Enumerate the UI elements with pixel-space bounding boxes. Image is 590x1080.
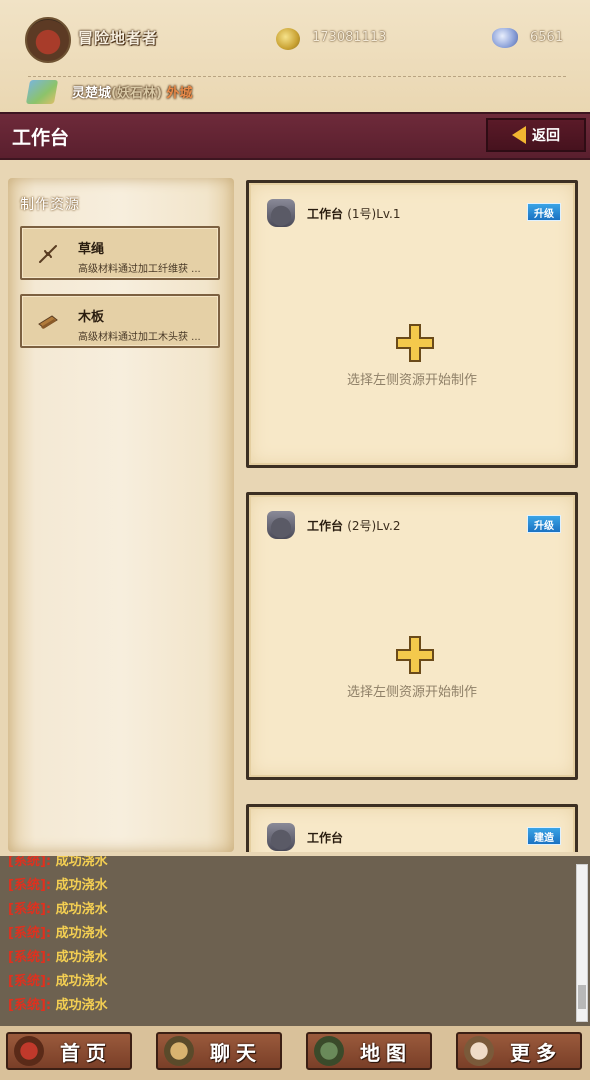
page-title: 工作台: [12, 127, 70, 149]
log-text: 成功浇水: [55, 974, 108, 989]
log-tag: [系统]:: [8, 902, 52, 917]
workbench-name: 工作台: [307, 519, 344, 533]
log-text: 成功浇水: [55, 878, 108, 893]
map-avatar-icon: [314, 1036, 344, 1066]
top-status-bar: 冒险地者者 173081113 6561 灵楚城(妖石林) 外城: [0, 0, 590, 112]
log-line: [系统]: 成功浇水: [8, 856, 108, 874]
home-avatar-icon: [14, 1036, 44, 1066]
upgrade-button[interactable]: 升级: [527, 203, 561, 221]
build-button[interactable]: 建造: [527, 827, 561, 845]
workbench-icon: [267, 823, 295, 851]
resource-name: 木板: [78, 310, 105, 325]
log-tag: [系统]:: [8, 950, 52, 965]
craft-hint: 选择左侧资源开始制作: [346, 685, 477, 700]
log-text: 成功浇水: [55, 902, 108, 917]
log-text: 成功浇水: [55, 856, 108, 869]
title-bar: 工作台 返回: [0, 112, 590, 160]
resource-item-rope[interactable]: 草绳 高级材料通过加工纤维获 ...: [20, 226, 220, 280]
workbench-card-1: 工作台 (1号)Lv.1 升级 选择左侧资源开始制作: [246, 180, 578, 468]
log-text: 成功浇水: [55, 926, 108, 941]
plank-icon: [38, 315, 58, 329]
player-name: 冒险地者者: [78, 29, 159, 47]
workbench-card-2: 工作台 (2号)Lv.2 升级 选择左侧资源开始制作: [246, 492, 578, 780]
log-line: [系统]: 成功浇水: [8, 922, 108, 946]
workbench-card-3: 工作台 建造: [246, 804, 578, 852]
add-craft-icon[interactable]: [395, 635, 435, 675]
nav-label: 首页: [60, 1040, 112, 1065]
location-name: 灵楚城: [72, 86, 112, 101]
log-tag: [系统]:: [8, 856, 52, 869]
log-tag: [系统]:: [8, 926, 52, 941]
resource-name: 草绳: [78, 242, 105, 257]
log-line: [系统]: 成功浇水: [8, 874, 108, 898]
player-avatar[interactable]: [25, 17, 71, 63]
log-scrollbar[interactable]: [576, 864, 588, 1022]
nav-map-button[interactable]: 地图: [306, 1032, 432, 1070]
silver-ingot-icon: [492, 28, 518, 48]
log-text: 成功浇水: [55, 950, 108, 965]
gold-amount: 173081113: [312, 30, 387, 45]
workbench-name: 工作台: [307, 831, 344, 845]
nav-label: 更多: [510, 1040, 562, 1065]
rope-icon: [39, 245, 57, 263]
gold-coin-icon: [276, 28, 300, 50]
world-map-icon[interactable]: [25, 80, 59, 104]
workbench-level: Lv.2: [376, 519, 401, 533]
log-line: [系统]: 成功浇水: [8, 946, 108, 970]
location-sub: (妖石林): [111, 86, 162, 101]
resource-desc: 高级材料通过加工纤维获 ...: [78, 264, 201, 275]
scrollbar-thumb[interactable]: [578, 985, 586, 1009]
log-line: [系统]: 成功浇水: [8, 994, 108, 1018]
location-area: 外城: [166, 86, 193, 101]
nav-chat-button[interactable]: 聊天: [156, 1032, 282, 1070]
workbench-icon: [267, 511, 295, 539]
log-tag: [系统]:: [8, 878, 52, 893]
workbench-number: (2号): [347, 519, 377, 533]
silver-amount: 6561: [530, 30, 564, 45]
bottom-navigation: 首页 聊天 地图 更多: [0, 1026, 590, 1080]
craft-hint: 选择左侧资源开始制作: [346, 373, 477, 388]
upgrade-button[interactable]: 升级: [527, 515, 561, 533]
current-location[interactable]: 灵楚城(妖石林) 外城: [72, 82, 192, 101]
nav-label: 聊天: [210, 1040, 262, 1065]
back-label: 返回: [532, 128, 560, 144]
message-log[interactable]: [系统]: 成功浇水 [系统]: 成功浇水 [系统]: 成功浇水 [系统]: 成功浇水…: [0, 856, 590, 1026]
nav-more-button[interactable]: 更多: [456, 1032, 582, 1070]
workbench-name: 工作台: [307, 207, 344, 221]
workbench-title: 工作台 (1号)Lv.1: [307, 205, 401, 222]
resource-panel: 制作资源 草绳 高级材料通过加工纤维获 ... 木板 高级材料通过加工木头获 .…: [8, 178, 234, 852]
nav-label: 地图: [360, 1040, 412, 1065]
resource-panel-title: 制作资源: [20, 197, 80, 213]
add-craft-icon[interactable]: [395, 323, 435, 363]
log-text: 成功浇水: [55, 998, 108, 1013]
workbench-title: 工作台 (2号)Lv.2: [307, 517, 401, 534]
workbench-title: 工作台: [307, 829, 343, 846]
workbench-list[interactable]: 工作台 (1号)Lv.1 升级 选择左侧资源开始制作 工作台 (2号)Lv.2 …: [238, 168, 588, 852]
log-list: [系统]: 成功浇水 [系统]: 成功浇水 [系统]: 成功浇水 [系统]: 成功浇水…: [8, 856, 108, 1018]
workbench-level: Lv.1: [376, 207, 401, 221]
back-button[interactable]: 返回: [486, 118, 586, 152]
workbench-icon: [267, 199, 295, 227]
arrow-left-icon: [512, 126, 526, 144]
more-avatar-icon: [464, 1036, 494, 1066]
log-line: [系统]: 成功浇水: [8, 970, 108, 994]
resource-desc: 高级材料通过加工木头获 ...: [78, 332, 201, 343]
log-tag: [系统]:: [8, 998, 52, 1013]
log-line: [系统]: 成功浇水: [8, 898, 108, 922]
header-divider: [28, 76, 566, 77]
log-tag: [系统]:: [8, 974, 52, 989]
workbench-number: (1号): [347, 207, 377, 221]
nav-home-button[interactable]: 首页: [6, 1032, 132, 1070]
chat-avatar-icon: [164, 1036, 194, 1066]
resource-item-plank[interactable]: 木板 高级材料通过加工木头获 ...: [20, 294, 220, 348]
